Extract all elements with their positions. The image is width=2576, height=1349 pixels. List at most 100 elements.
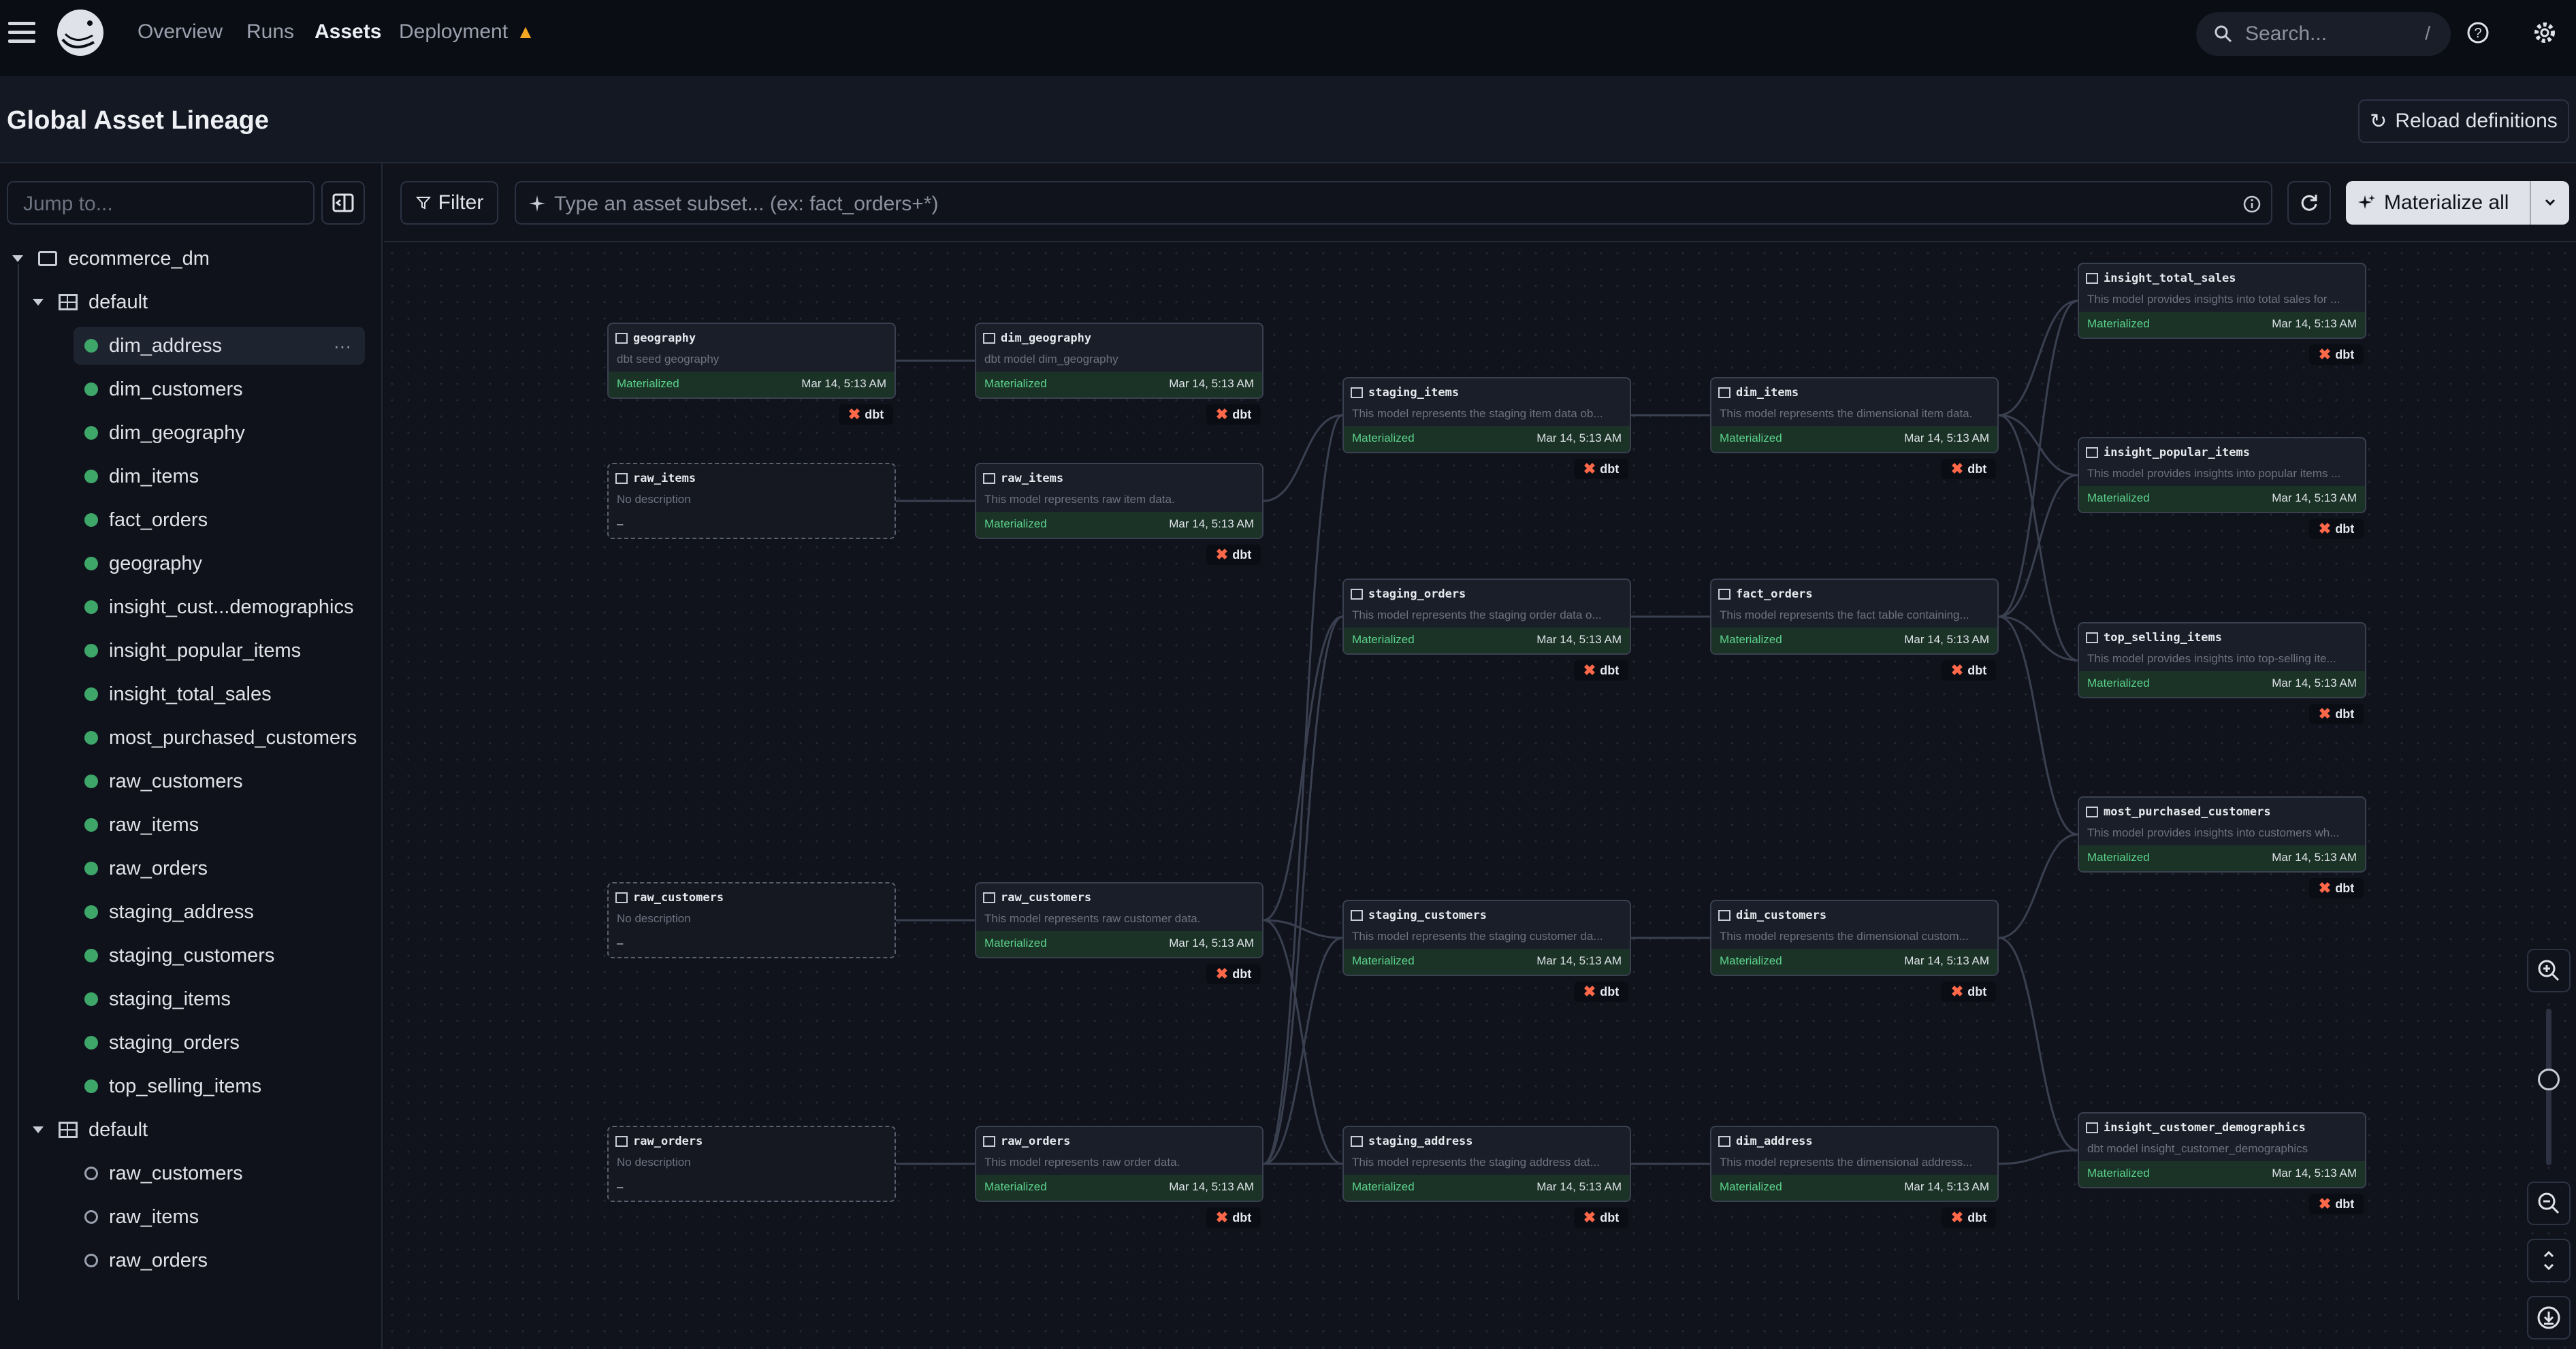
tree-group-default-2[interactable]: default — [33, 1111, 373, 1149]
sidebar-asset-item[interactable]: geography — [74, 545, 365, 583]
asset-node[interactable]: raw_customers No description – — [607, 882, 896, 958]
settings-gear-icon[interactable] — [2528, 16, 2561, 49]
asset-node[interactable]: staging_customers This model represents t… — [1342, 900, 1631, 976]
asset-node[interactable]: fact_orders This model represents the fac… — [1710, 579, 1999, 655]
asset-node-description: This model represents raw customer data. — [984, 912, 1201, 925]
nav-overview[interactable]: Overview — [138, 20, 223, 44]
asset-node-header: dim_address — [1711, 1127, 1997, 1150]
sidebar-asset-item[interactable]: insight_total_sales — [74, 675, 365, 713]
sidebar-asset-item[interactable]: insight_cust...demographics — [74, 588, 365, 626]
materialize-all-button[interactable]: Materialize all — [2346, 181, 2569, 225]
lineage-graph[interactable]: geography dbt seed geography Materialized M… — [384, 163, 2576, 1349]
materialize-sparkle-icon — [2358, 195, 2375, 209]
asset-node[interactable]: raw_orders This model represents raw orde… — [975, 1126, 1263, 1202]
sidebar-asset-item[interactable]: dim_customers — [74, 370, 365, 408]
sidebar-asset-item[interactable]: dim_address ··· — [74, 327, 365, 365]
lineage-edge — [1998, 833, 2078, 939]
table-icon — [2086, 807, 2098, 817]
sidebar-asset-item[interactable]: staging_customers — [74, 937, 365, 975]
zoom-out-button[interactable] — [2527, 1182, 2571, 1225]
sidebar-asset-item[interactable]: staging_address — [74, 893, 365, 931]
asset-node[interactable]: most_purchased_customers This model provi… — [2078, 796, 2366, 873]
asset-node-status: Materialized Mar 14, 5:13 AM — [1344, 628, 1630, 653]
fit-view-button[interactable] — [2527, 1239, 2571, 1282]
dagster-logo-icon[interactable] — [53, 5, 108, 60]
asset-subset-input[interactable]: Type an asset subset... (ex: fact_orders… — [515, 181, 2272, 225]
materialized-time: Mar 14, 5:13 AM — [2272, 677, 2357, 689]
asset-node-name: dim_address — [1736, 1135, 1813, 1148]
more-options-icon[interactable]: ··· — [334, 336, 351, 357]
reload-definitions-button[interactable]: ↻ Reload definitions — [2358, 99, 2569, 143]
sidebar-asset-item[interactable]: dim_items — [74, 457, 365, 495]
materialize-dropdown-button[interactable] — [2530, 181, 2569, 225]
download-button[interactable] — [2527, 1296, 2571, 1339]
dbt-kind-badge: ✖ dbt — [2309, 519, 2364, 539]
asset-status-dot — [84, 1167, 98, 1180]
asset-node-description: This model represents the staging custom… — [1352, 930, 1603, 943]
sidebar-asset-item[interactable]: top_selling_items — [74, 1067, 365, 1105]
asset-node[interactable]: raw_orders No description – — [607, 1126, 896, 1202]
asset-node[interactable]: staging_items This model represents the s… — [1342, 377, 1631, 453]
sidebar-asset-item[interactable]: dim_geography — [74, 414, 365, 452]
expand-vertical-icon — [2543, 1250, 2554, 1271]
materialized-time: Mar 14, 5:13 AM — [1536, 633, 1622, 646]
asset-node-status: Materialized Mar 14, 5:13 AM — [2079, 312, 2365, 338]
asset-node[interactable]: raw_items This model represents raw item … — [975, 463, 1263, 539]
nav-assets[interactable]: Assets — [315, 20, 381, 44]
asset-node[interactable]: insight_customer_demographics dbt model i… — [2078, 1112, 2366, 1188]
refresh-button[interactable] — [2287, 181, 2331, 225]
sidebar-asset-item[interactable]: fact_orders — [74, 501, 365, 539]
asset-node[interactable]: raw_customers This model represents raw c… — [975, 882, 1263, 958]
zoom-in-button[interactable] — [2527, 949, 2571, 992]
nav-deployment[interactable]: Deployment ▲ — [399, 20, 535, 44]
filter-button[interactable]: Filter — [400, 181, 498, 225]
table-icon — [1351, 589, 1363, 600]
tree-group-default[interactable]: default — [33, 283, 373, 321]
sidebar-asset-item[interactable]: staging_orders — [74, 1024, 365, 1062]
asset-node-description: This model represents the dimensional ad… — [1720, 1156, 1973, 1169]
info-icon[interactable] — [2242, 195, 2261, 214]
asset-node[interactable]: raw_items No description – — [607, 463, 896, 539]
kind-label: dbt — [1600, 984, 1620, 998]
sidebar-asset-item[interactable]: raw_items — [74, 806, 365, 844]
sidebar-asset-item[interactable]: staging_items — [74, 980, 365, 1018]
status-label: Materialized — [2087, 317, 2150, 330]
menu-icon[interactable] — [8, 22, 35, 46]
sidebar-asset-item[interactable]: most_purchased_customers — [74, 719, 365, 757]
nav-runs[interactable]: Runs — [246, 20, 294, 44]
search-input[interactable]: Search... / — [2196, 12, 2451, 56]
asset-node[interactable]: insight_popular_items This model provides… — [2078, 437, 2366, 513]
sidebar-asset-item[interactable]: raw_orders — [74, 849, 365, 888]
jump-to-input[interactable]: Jump to... — [7, 181, 315, 225]
asset-node[interactable]: insight_total_sales This model provides i… — [2078, 263, 2366, 339]
asset-node[interactable]: staging_orders This model represents the … — [1342, 579, 1631, 655]
table-icon — [615, 473, 628, 484]
asset-node[interactable]: dim_address This model represents the dim… — [1710, 1126, 1999, 1202]
filter-label: Filter — [438, 191, 484, 214]
asset-status-dot — [84, 687, 98, 701]
asset-node[interactable]: dim_items This model represents the dimen… — [1710, 377, 1999, 453]
table-icon — [2086, 1122, 2098, 1133]
help-icon[interactable]: ? — [2462, 16, 2494, 49]
asset-node[interactable]: top_selling_items This model provides ins… — [2078, 622, 2366, 698]
lineage-edge — [1998, 299, 2078, 417]
asset-node-description: This model represents the staging item d… — [1352, 407, 1603, 420]
sidebar-asset-item[interactable]: raw_orders — [74, 1241, 365, 1280]
tree-folder-ecommerce-dm[interactable]: ecommerce_dm — [12, 240, 373, 278]
asset-node[interactable]: geography dbt seed geography Materialized M… — [607, 323, 896, 399]
materialized-time: Mar 14, 5:13 AM — [1536, 432, 1622, 444]
group-label: default — [88, 1118, 148, 1141]
zoom-slider-handle[interactable] — [2538, 1069, 2560, 1090]
sidebar-asset-item[interactable]: raw_customers — [74, 762, 365, 800]
sidebar-asset-item[interactable]: raw_customers — [74, 1154, 365, 1192]
sidebar-asset-item[interactable]: raw_items — [74, 1198, 365, 1236]
asset-node-header: staging_address — [1344, 1127, 1630, 1150]
collapse-sidebar-button[interactable] — [321, 181, 365, 225]
asset-node-description: This model represents the dimensional it… — [1720, 407, 1973, 420]
asset-status-dot — [84, 513, 98, 527]
asset-node[interactable]: dim_customers This model represents the d… — [1710, 900, 1999, 976]
asset-node[interactable]: staging_address This model represents the… — [1342, 1126, 1631, 1202]
asset-node-description: This model represents raw order data. — [984, 1156, 1180, 1169]
asset-node[interactable]: dim_geography dbt model dim_geography Mate… — [975, 323, 1263, 399]
sidebar-asset-item[interactable]: insight_popular_items — [74, 632, 365, 670]
